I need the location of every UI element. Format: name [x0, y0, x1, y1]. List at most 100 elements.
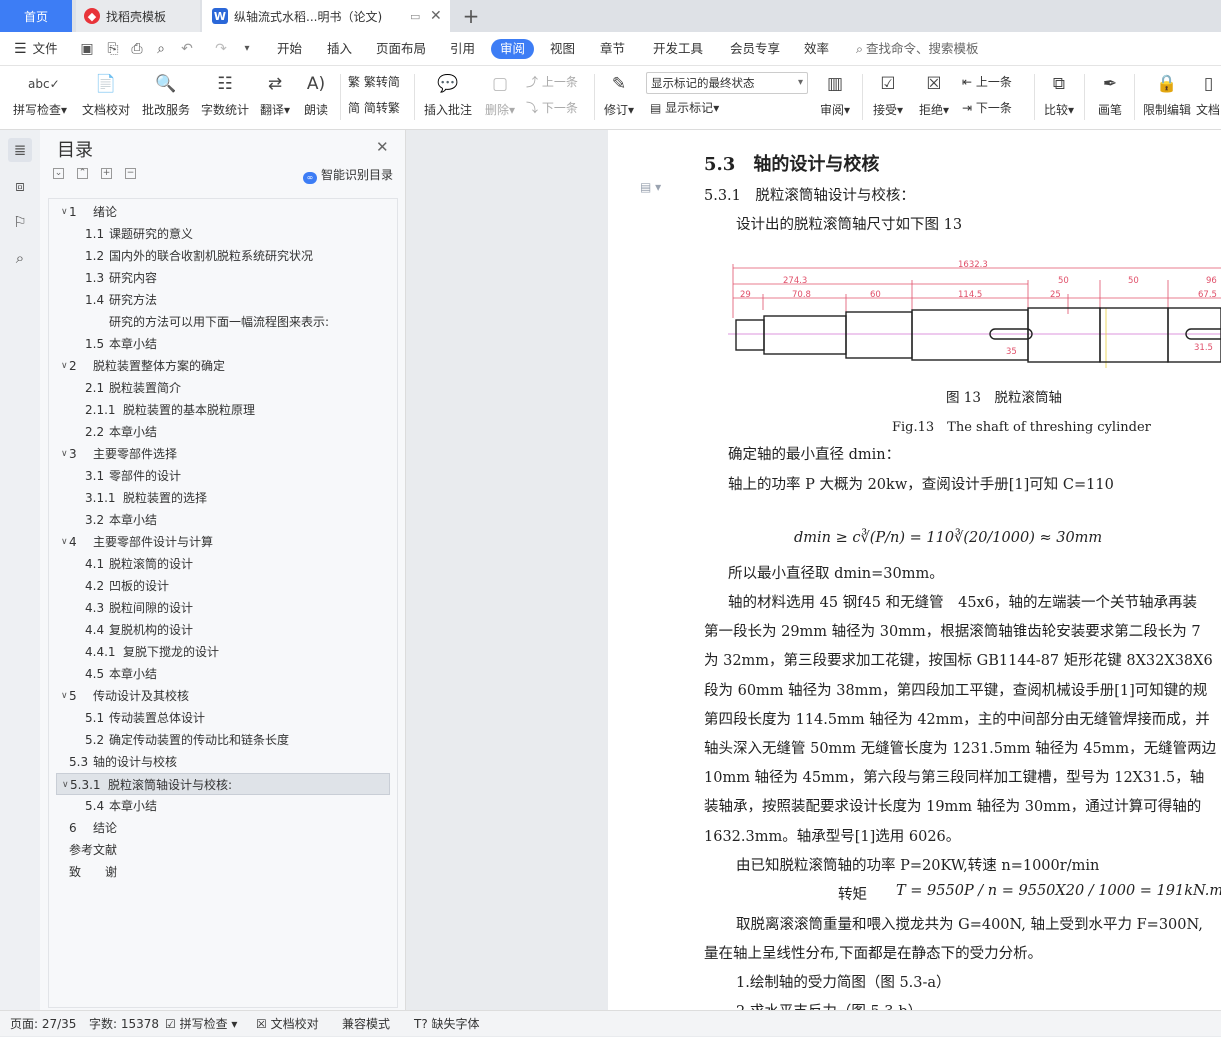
word-count-button[interactable]: ☷ 字数统计: [197, 70, 253, 126]
toc-item[interactable]: 4.4.1 复脱下搅龙的设计: [49, 641, 397, 663]
missing-font-status[interactable]: T? 缺失字体: [414, 1011, 480, 1037]
trad-to-simp-button[interactable]: 繁 繁转简: [348, 72, 400, 92]
close-icon[interactable]: ✕: [376, 138, 389, 156]
customize-chevron-icon[interactable]: ▾: [238, 40, 256, 58]
next-comment-button[interactable]: ⤵ 下一条: [526, 98, 578, 118]
print-preview-icon[interactable]: ⌕: [152, 40, 170, 58]
chevron-down-icon[interactable]: ∨: [61, 685, 68, 707]
simp-to-trad-button[interactable]: 简 简转繁: [348, 98, 400, 118]
restrict-edit-button[interactable]: 🔒 限制编辑: [1140, 70, 1194, 126]
toc-item[interactable]: 1.4 研究方法: [49, 289, 397, 311]
toc-item[interactable]: ∨ 3 主要零部件选择: [49, 443, 397, 465]
translate-button[interactable]: ⇄ 翻译▾: [255, 70, 295, 126]
next-change-button[interactable]: ⇥ 下一条: [962, 98, 1012, 118]
toc-item[interactable]: ∨ 1 绪论: [49, 201, 397, 223]
spell-check-status[interactable]: ☑ 拼写检查 ▾: [165, 1011, 237, 1037]
reject-button[interactable]: ☒ 拒绝▾: [914, 70, 954, 126]
menu-view[interactable]: 视图: [550, 32, 575, 66]
expand-up-icon[interactable]: ⌃: [77, 168, 88, 179]
add-heading-icon[interactable]: +: [101, 168, 112, 179]
redo-icon[interactable]: ↷: [212, 40, 230, 58]
doc-proof-button[interactable]: 📄 文档校对: [78, 70, 134, 126]
tab-document[interactable]: W 纵轴流式水稻...明书（论文) ▭ ✕: [202, 0, 450, 32]
toc-item[interactable]: 5.2 确定传动装置的传动比和链条长度: [49, 729, 397, 751]
toc-item[interactable]: 3.2 本章小结: [49, 509, 397, 531]
toc-item[interactable]: 4.3 脱粒间隙的设计: [49, 597, 397, 619]
toc-panel-icon[interactable]: ≣: [8, 138, 32, 162]
batch-service-button[interactable]: 🔍 批改服务: [138, 70, 194, 126]
chevron-down-icon[interactable]: ∨: [62, 774, 69, 796]
review-pane-button[interactable]: ▥ 审阅▾: [816, 70, 854, 126]
toc-item[interactable]: ∨ 4 主要零部件设计与计算: [49, 531, 397, 553]
doc-proof-status[interactable]: ☒ 文档校对: [256, 1011, 319, 1037]
print-icon[interactable]: ⎙: [128, 40, 146, 58]
chevron-down-icon[interactable]: ∨: [61, 355, 68, 377]
accept-button[interactable]: ☑ 接受▾: [868, 70, 908, 126]
word-count[interactable]: 字数: 15378: [89, 1011, 159, 1037]
remove-heading-icon[interactable]: −: [125, 168, 136, 179]
toc-item[interactable]: 4.5 本章小结: [49, 663, 397, 685]
toc-item[interactable]: 4.2 凹板的设计: [49, 575, 397, 597]
track-changes-button[interactable]: ✎ 修订▾: [600, 70, 638, 126]
menu-devtools[interactable]: 开发工具: [653, 32, 703, 66]
menu-insert[interactable]: 插入: [327, 32, 352, 66]
export-pdf-icon[interactable]: ⎘: [104, 40, 122, 58]
chevron-down-icon[interactable]: ∨: [61, 531, 68, 553]
toc-item[interactable]: 2.2 本章小结: [49, 421, 397, 443]
chapter-nav-icon[interactable]: ⧈: [8, 174, 32, 198]
toc-item[interactable]: 4.1 脱粒滚筒的设计: [49, 553, 397, 575]
toc-item[interactable]: 参考文献: [49, 839, 397, 861]
toc-item[interactable]: 2.1.1 脱粒装置的基本脱粒原理: [49, 399, 397, 421]
read-aloud-button[interactable]: A) 朗读: [298, 70, 334, 126]
tab-home[interactable]: 首页: [0, 0, 72, 32]
toc-item[interactable]: 研究的方法可以用下面一幅流程图来表示:: [49, 311, 397, 333]
bookmark-icon[interactable]: ⚐: [8, 210, 32, 234]
new-tab-plus-icon[interactable]: +: [458, 3, 484, 29]
toc-item[interactable]: 5.1 传动装置总体设计: [49, 707, 397, 729]
close-icon[interactable]: ✕: [430, 8, 442, 24]
menu-chapter[interactable]: 章节: [600, 32, 625, 66]
spell-check-button[interactable]: abc✓ 拼写检查▾: [8, 70, 72, 126]
toc-item[interactable]: ∨ 5.3.1 脱粒滚筒轴设计与校核:: [56, 773, 390, 795]
smart-toc-button[interactable]: ∞ 智能识别目录: [303, 166, 393, 184]
delete-comment-button[interactable]: ▢ 删除▾: [480, 70, 520, 126]
menu-reference[interactable]: 引用: [450, 32, 475, 66]
page-indicator[interactable]: 页面: 27/35: [10, 1011, 76, 1037]
doc-permission-button[interactable]: ▯ 文档: [1196, 70, 1221, 126]
menu-review[interactable]: 审阅: [491, 39, 535, 59]
toc-item[interactable]: 5.4 本章小结: [49, 795, 397, 817]
tab-template[interactable]: ◆ 找稻壳模板: [76, 0, 200, 32]
toc-item[interactable]: 3.1.1 脱粒装置的选择: [49, 487, 397, 509]
save-icon[interactable]: ▣: [78, 40, 96, 58]
prev-change-button[interactable]: ⇤ 上一条: [962, 72, 1012, 92]
chevron-down-icon[interactable]: ∨: [61, 201, 68, 223]
find-icon[interactable]: ⌕: [8, 246, 32, 270]
toc-item[interactable]: 1.5 本章小结: [49, 333, 397, 355]
undo-icon[interactable]: ↶: [178, 40, 196, 58]
collapse-all-icon[interactable]: ⌄: [53, 168, 64, 179]
paragraph-marker-icon[interactable]: ▤ ▾: [640, 180, 661, 194]
menu-start[interactable]: 开始: [277, 32, 302, 66]
pen-button[interactable]: ✒ 画笔: [1092, 70, 1128, 126]
markup-state-select[interactable]: 显示标记的最终状态: [646, 72, 808, 94]
toc-item[interactable]: 4.4 复脱机构的设计: [49, 619, 397, 641]
toc-item[interactable]: 致 谢: [49, 861, 397, 883]
toc-item[interactable]: ∨ 2 脱粒装置整体方案的确定: [49, 355, 397, 377]
toc-item[interactable]: 1.3 研究内容: [49, 267, 397, 289]
toc-item[interactable]: 6 结论: [49, 817, 397, 839]
toc-item[interactable]: 5.3 轴的设计与校核: [49, 751, 397, 773]
toc-item[interactable]: 1.1 课题研究的意义: [49, 223, 397, 245]
file-menu[interactable]: ☰ 文件: [14, 32, 58, 66]
insert-comment-button[interactable]: 💬 插入批注: [420, 70, 476, 126]
toc-item[interactable]: 2.1 脱粒装置简介: [49, 377, 397, 399]
monitor-icon[interactable]: ▭: [410, 10, 420, 23]
toc-item[interactable]: 1.2 国内外的联合收割机脱粒系统研究状况: [49, 245, 397, 267]
prev-comment-button[interactable]: ⤴ 上一条: [526, 72, 578, 92]
toc-item[interactable]: ∨ 5 传动设计及其校核: [49, 685, 397, 707]
chevron-down-icon[interactable]: ∨: [61, 443, 68, 465]
menu-efficiency[interactable]: 效率: [804, 32, 829, 66]
show-marks-button[interactable]: ▤ 显示标记▾: [650, 98, 719, 118]
command-search[interactable]: ⌕ 查找命令、搜索模板: [856, 32, 979, 66]
toc-item[interactable]: 3.1 零部件的设计: [49, 465, 397, 487]
menu-layout[interactable]: 页面布局: [376, 32, 426, 66]
